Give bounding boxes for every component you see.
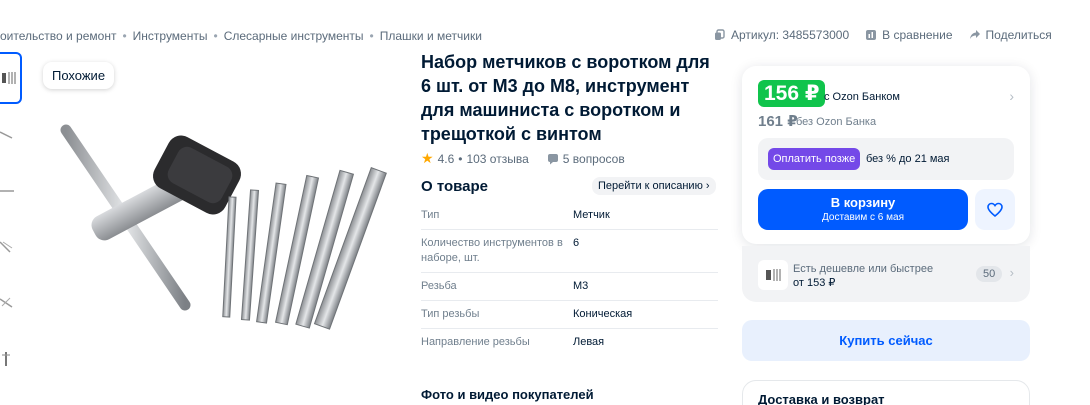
ozon-bank-price: 156 ₽ xyxy=(758,80,826,107)
spec-row: Количество инструментов в наборе, шт. 6 xyxy=(421,230,718,273)
go-to-description-button[interactable]: Перейти к описанию › xyxy=(592,177,716,195)
thumbnail[interactable] xyxy=(0,166,22,216)
similar-button[interactable]: Похожие xyxy=(43,62,115,89)
add-to-cart-button[interactable]: В корзину Доставим с 6 мая xyxy=(758,189,968,230)
breadcrumb-item[interactable]: оительство и ремонт xyxy=(0,29,116,43)
cheaper-price: от 153 ₽ xyxy=(793,277,836,289)
breadcrumb-separator: • xyxy=(213,29,218,43)
about-heading: О товаре xyxy=(421,178,489,195)
offer-thumbnail xyxy=(758,260,788,290)
spec-row: Резьба М3 xyxy=(421,273,718,301)
spec-key: Направление резьбы xyxy=(421,336,530,348)
regular-price-label: без Ozon Банка xyxy=(796,116,877,128)
rating-value: 4.6 xyxy=(437,151,455,166)
thumbnail[interactable] xyxy=(0,110,22,160)
cheaper-title: Есть дешевле или быстрее xyxy=(793,263,934,275)
buy-now-button[interactable]: Купить сейчас xyxy=(742,320,1030,361)
spec-value: Коническая xyxy=(573,308,633,320)
ozon-bank-label: с Ozon Банком xyxy=(824,91,900,103)
heart-icon xyxy=(987,202,1003,217)
regular-price: 161 ₽ xyxy=(758,113,798,130)
desc-link-label: Перейти к описанию xyxy=(598,180,703,192)
spec-key: Тип резьбы xyxy=(421,308,480,320)
chevron-right-icon: › xyxy=(705,180,710,192)
pay-later-terms: без % до 21 мая xyxy=(866,153,950,165)
thumbnail[interactable] xyxy=(0,278,22,328)
spec-row: Направление резьбы Левая xyxy=(421,329,718,356)
pay-later-button[interactable]: Оплатить позже xyxy=(768,148,861,170)
breadcrumb-separator: • xyxy=(122,29,127,43)
breadcrumb-item[interactable]: Инструменты xyxy=(133,29,208,43)
spec-row: Тип Метчик xyxy=(421,202,718,230)
spec-key: Резьба xyxy=(421,280,457,292)
tap-thumb-icon xyxy=(0,297,13,308)
favorite-button[interactable] xyxy=(975,189,1015,230)
tap-thumb-icon xyxy=(0,241,13,253)
thumbnail[interactable] xyxy=(0,222,22,272)
questions-link[interactable]: 5 вопросов xyxy=(563,152,625,166)
copy-icon xyxy=(715,29,725,40)
spec-value: 6 xyxy=(573,237,580,249)
pay-later-block[interactable]: Оплатить позже без % до 21 мая xyxy=(758,138,1014,180)
tap-set-thumb-icon xyxy=(2,72,16,84)
cheaper-offers[interactable]: Есть дешевле или быстрее от 153 ₽ 50 › xyxy=(742,246,1030,302)
top-actions: Артикул: 3485573000 В сравнение Поделить… xyxy=(714,28,1052,42)
delivery-block[interactable]: Доставка и возврат xyxy=(742,380,1030,405)
compare-button[interactable]: В сравнение xyxy=(865,28,953,42)
specs-table: Тип Метчик Количество инструментов в наб… xyxy=(421,202,718,356)
share-button[interactable]: Поделиться xyxy=(969,28,1052,42)
thumbnail[interactable] xyxy=(0,334,22,384)
spec-key: Количество инструментов в наборе, шт. xyxy=(421,237,563,264)
rating-separator: • xyxy=(458,151,463,166)
rating-row: ★ 4.6 • 103 отзыва 5 вопросов xyxy=(421,150,625,167)
spec-value: М3 xyxy=(573,280,589,292)
breadcrumb-item[interactable]: Слесарные инструменты xyxy=(224,29,364,43)
breadcrumb-separator: • xyxy=(369,29,374,43)
spec-key: Тип xyxy=(421,209,440,221)
cart-label: В корзину xyxy=(830,195,896,210)
customer-photos-heading: Фото и видео покупателей xyxy=(421,387,594,402)
chevron-right-icon[interactable]: › xyxy=(1009,88,1014,104)
tap-thumb-icon xyxy=(2,352,10,366)
product-title: Набор метчиков с воротком для 6 шт. от М… xyxy=(421,52,710,144)
share-label: Поделиться xyxy=(985,28,1052,42)
price-card: 156 ₽ с Ozon Банком › 161 ₽ без Ozon Бан… xyxy=(742,66,1030,244)
tap-set-thumb-icon xyxy=(766,269,781,281)
tap-thumb-icon xyxy=(0,131,13,139)
tap-thumb-icon xyxy=(0,190,14,192)
compare-label: В сравнение xyxy=(882,28,953,42)
share-icon xyxy=(969,30,980,39)
delivery-heading: Доставка и возврат xyxy=(758,392,885,405)
offers-count-badge: 50 xyxy=(976,266,1003,282)
star-icon: ★ xyxy=(421,150,434,166)
article-number[interactable]: Артикул: 3485573000 xyxy=(714,28,849,42)
product-image[interactable] xyxy=(40,95,410,395)
chevron-right-icon: › xyxy=(1009,265,1014,280)
article-label: Артикул: 3485573000 xyxy=(731,28,850,42)
thumbnail-active[interactable] xyxy=(0,52,22,104)
chat-icon xyxy=(547,153,558,164)
spec-value: Левая xyxy=(573,336,605,348)
spec-value: Метчик xyxy=(573,209,610,221)
reviews-link[interactable]: 103 отзыва xyxy=(466,152,528,166)
compare-icon xyxy=(866,30,877,40)
thumbnail-strip xyxy=(0,52,24,390)
delivery-date: Доставим с 6 мая xyxy=(822,212,904,223)
breadcrumb-item[interactable]: Плашки и метчики xyxy=(380,29,482,43)
spec-row: Тип резьбы Коническая xyxy=(421,301,718,329)
breadcrumb: оительство и ремонт • Инструменты • Слесарны… xyxy=(0,29,482,43)
